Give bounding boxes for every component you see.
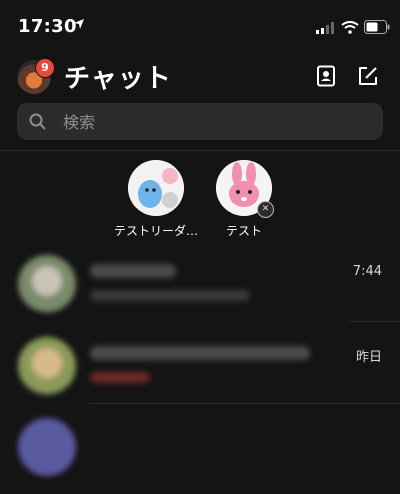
member-name: テスト [225, 224, 262, 238]
notification-badge: 9 [35, 58, 55, 78]
chat-row[interactable]: 昨日 [0, 332, 400, 412]
chat-row[interactable] [0, 414, 400, 494]
chat-avatar [18, 418, 76, 476]
search-icon [29, 113, 46, 130]
chat-preview-redacted [90, 372, 150, 383]
status-time: 17:30 [18, 16, 77, 37]
compose-icon[interactable] [356, 64, 380, 88]
address-book-icon[interactable] [314, 64, 338, 88]
wifi-icon [341, 21, 359, 34]
status-bar: 17:30 [0, 0, 400, 50]
divider [90, 403, 400, 404]
divider [350, 321, 400, 322]
chat-row[interactable]: 7:44 [0, 250, 400, 330]
chat-time: 昨日 [355, 350, 382, 365]
chat-avatar [18, 255, 76, 313]
member-avatar [128, 160, 184, 216]
selected-member[interactable]: テストリーダ… [106, 158, 206, 239]
remove-member-icon[interactable]: ✕ [257, 201, 274, 218]
search-bar[interactable] [17, 103, 383, 142]
location-arrow-icon [74, 19, 84, 29]
header: 9 チャット [0, 54, 400, 98]
chat-preview-redacted [90, 290, 250, 301]
selected-members-row: テストリーダ… ✕ テスト [0, 158, 400, 238]
page-title: チャット [64, 64, 172, 94]
chat-time: 7:44 [352, 264, 382, 279]
chat-avatar [18, 337, 76, 395]
divider [0, 150, 400, 151]
cellular-signal-icon [316, 22, 334, 34]
search-input[interactable] [61, 103, 365, 142]
chat-name-redacted [90, 264, 176, 278]
chat-name-redacted [90, 346, 310, 360]
member-avatar: ✕ [216, 160, 274, 218]
member-name: テストリーダ… [113, 224, 198, 238]
selected-member[interactable]: ✕ テスト [194, 158, 294, 239]
battery-icon [364, 20, 390, 34]
